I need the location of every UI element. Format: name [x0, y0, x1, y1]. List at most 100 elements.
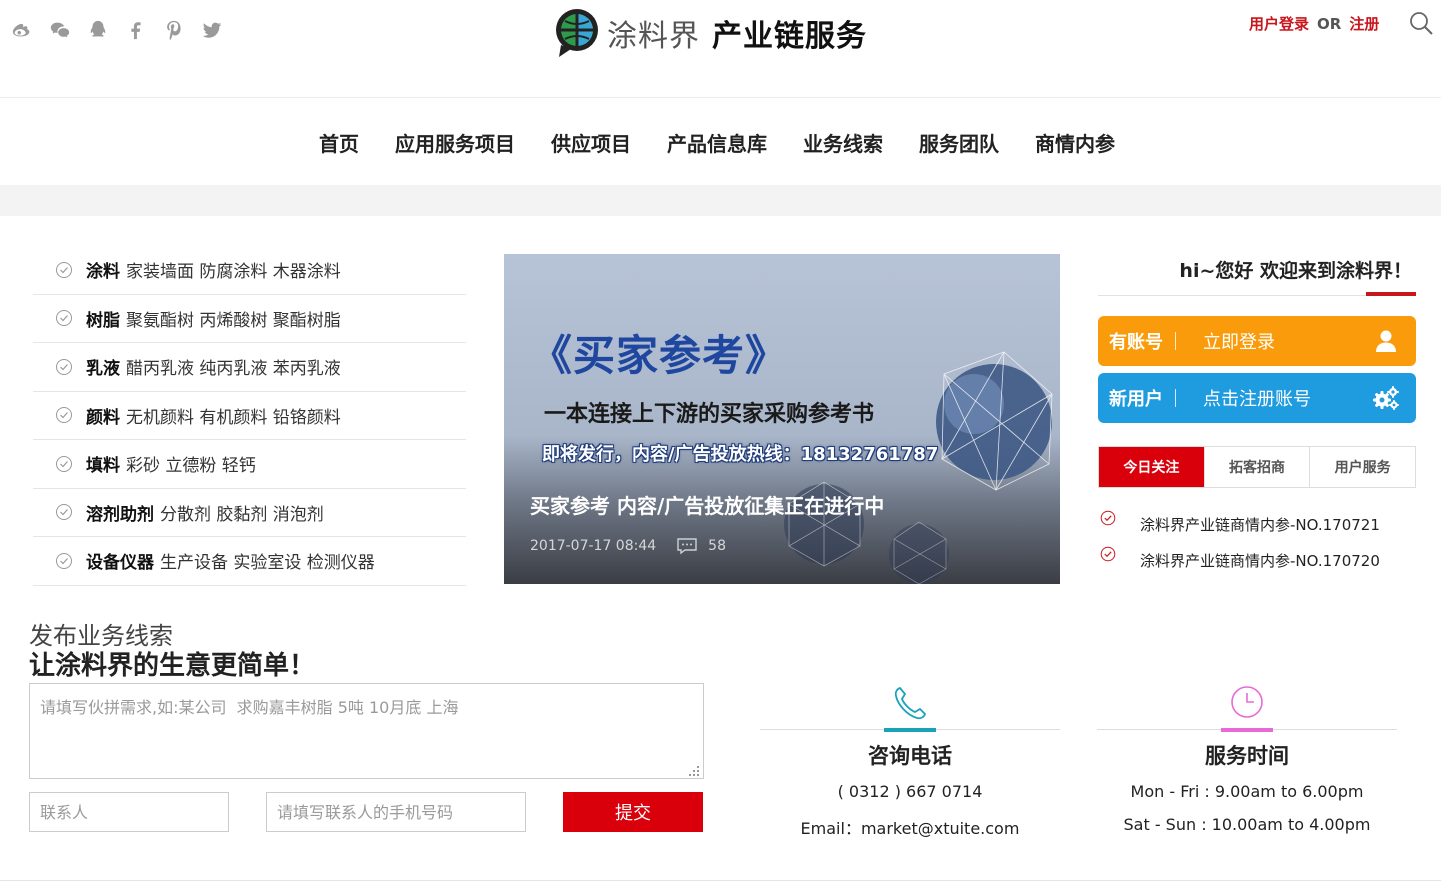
- nav-item-supply[interactable]: 供应项目: [551, 128, 631, 157]
- main-nav: 首页 应用服务项目 供应项目 产品信息库 业务线索 服务团队 商情内参: [0, 99, 1441, 185]
- banner-caption[interactable]: 买家参考 内容/广告投放征集正在进行中: [530, 490, 884, 519]
- banner-slide[interactable]: 《买家参考》 一本连接上下游的买家采购参考书 即将发行，内容/广告投放热线：18…: [504, 254, 1060, 584]
- contact-block: 咨询电话 ( 0312 ) 667 0714 Email：market@xtui…: [760, 684, 1060, 844]
- category-item[interactable]: 设备仪器 生产设备 实验室设 检测仪器: [33, 537, 466, 586]
- register-button[interactable]: 新用户 点击注册账号: [1098, 373, 1416, 423]
- category-name[interactable]: 颜料: [86, 403, 120, 428]
- banner-meta: 2017-07-17 08:44 58: [530, 537, 726, 555]
- hours-weekday: Mon - Fri : 9.00am to 6.00pm: [1130, 782, 1364, 801]
- category-name[interactable]: 乳液: [86, 354, 120, 379]
- category-item[interactable]: 涂料 家装墙面 防腐涂料 木器涂料: [33, 246, 466, 295]
- social-links: [10, 18, 224, 42]
- register-button-label: 新用户: [1109, 389, 1163, 410]
- banner-subtitle: 一本连接上下游的买家采购参考书: [544, 402, 875, 427]
- welcome-heading: hi~您好 欢迎来到涂料界！: [1098, 254, 1416, 296]
- login-link[interactable]: 用户登录: [1249, 13, 1309, 34]
- category-name[interactable]: 填料: [86, 451, 120, 476]
- logo-text-bold: 产业链服务: [712, 19, 867, 54]
- pinterest-icon[interactable]: [162, 18, 186, 42]
- news-title[interactable]: 涂料界产业链商情内参-NO.170721: [1140, 514, 1380, 535]
- category-item[interactable]: 乳液 醋丙乳液 纯丙乳液 苯丙乳液: [33, 343, 466, 392]
- contact-phone: ( 0312 ) 667 0714: [837, 782, 983, 801]
- button-separator: [1175, 389, 1176, 407]
- hours-block: 服务时间 Mon - Fri : 9.00am to 6.00pm Sat - …: [1097, 684, 1397, 844]
- nav-divider-band: [0, 185, 1441, 216]
- tab-today[interactable]: 今日关注: [1099, 447, 1204, 487]
- news-title[interactable]: 涂料界产业链商情内参-NO.170720: [1140, 550, 1380, 571]
- category-subitems[interactable]: 醋丙乳液 纯丙乳液 苯丙乳液: [126, 354, 341, 379]
- check-circle-icon: [56, 552, 72, 569]
- news-list: 涂料界产业链商情内参-NO.170721 涂料界产业链商情内参-NO.17072…: [1100, 506, 1418, 578]
- category-item[interactable]: 填料 彩砂 立德粉 轻钙: [33, 440, 466, 489]
- top-header: 涂料界 产业链服务 用户登录 OR 注册: [0, 0, 1441, 98]
- phone-icon: [894, 686, 927, 720]
- search-icon[interactable]: [1408, 10, 1434, 36]
- category-item[interactable]: 溶剂助剂 分散剂 胶黏剂 消泡剂: [33, 489, 466, 537]
- site-logo[interactable]: 涂料界 产业链服务: [553, 7, 867, 59]
- banner-date: 2017-07-17 08:44: [530, 538, 657, 554]
- nav-item-products[interactable]: 产品信息库: [667, 128, 767, 157]
- category-subitems[interactable]: 聚氨酯树 丙烯酸树 聚酯树脂: [126, 306, 341, 331]
- category-subitems[interactable]: 无机颜料 有机颜料 铅铬颜料: [126, 403, 341, 428]
- register-link[interactable]: 注册: [1349, 13, 1379, 34]
- category-subitems[interactable]: 生产设备 实验室设 检测仪器: [160, 548, 375, 573]
- footer-divider: [0, 880, 1441, 881]
- nav-item-team[interactable]: 服务团队: [919, 128, 999, 157]
- contact-title: 咨询电话: [868, 744, 952, 768]
- facebook-icon[interactable]: [124, 18, 148, 42]
- weibo-icon[interactable]: [10, 18, 34, 42]
- info-tabs: 今日关注 拓客招商 用户服务: [1098, 446, 1416, 488]
- nav-item-insights[interactable]: 商情内参: [1035, 128, 1115, 157]
- login-button-label: 有账号: [1109, 332, 1163, 353]
- register-button-action: 点击注册账号: [1203, 389, 1311, 410]
- tab-user-service[interactable]: 用户服务: [1309, 447, 1415, 487]
- category-name[interactable]: 溶剂助剂: [86, 500, 154, 525]
- category-name[interactable]: 涂料: [86, 257, 120, 282]
- login-button[interactable]: 有账号 立即登录: [1098, 316, 1416, 366]
- check-circle-icon: [1100, 546, 1116, 562]
- lead-title-bold: 让涂料界的生意更简单！: [29, 651, 316, 681]
- check-circle-icon: [56, 455, 72, 472]
- list-item[interactable]: 涂料界产业链商情内参-NO.170721: [1100, 506, 1418, 542]
- clock-icon: [1231, 686, 1263, 718]
- contact-name-input[interactable]: [29, 792, 229, 832]
- category-name[interactable]: 设备仪器: [86, 548, 154, 573]
- check-circle-icon: [56, 261, 72, 278]
- logo-text-light: 涂料界: [607, 19, 700, 54]
- or-label: OR: [1317, 14, 1342, 33]
- check-circle-icon: [56, 504, 72, 521]
- nav-item-leads[interactable]: 业务线索: [803, 128, 883, 157]
- category-name[interactable]: 树脂: [86, 306, 120, 331]
- check-circle-icon: [1100, 510, 1116, 526]
- welcome-accent-bar: [1366, 292, 1416, 296]
- wechat-icon[interactable]: [48, 18, 72, 42]
- qq-icon[interactable]: [86, 18, 110, 42]
- login-button-action: 立即登录: [1203, 332, 1275, 353]
- tab-merchants[interactable]: 拓客招商: [1203, 447, 1310, 487]
- check-circle-icon: [56, 407, 72, 424]
- logo-globe-icon: [556, 9, 598, 57]
- banner-hotline: 即将发行，内容/广告投放热线：18132761787: [542, 444, 939, 465]
- banner-title: 《买家参考》: [530, 331, 789, 380]
- category-subitems[interactable]: 分散剂 胶黏剂 消泡剂: [160, 500, 324, 525]
- category-item[interactable]: 树脂 聚氨酯树 丙烯酸树 聚酯树脂: [33, 295, 466, 343]
- category-item[interactable]: 颜料 无机颜料 有机颜料 铅铬颜料: [33, 392, 466, 440]
- nav-item-home[interactable]: 首页: [319, 128, 359, 157]
- submit-button[interactable]: 提交: [563, 792, 703, 832]
- button-separator: [1175, 332, 1176, 350]
- nav-item-services[interactable]: 应用服务项目: [395, 128, 515, 157]
- category-subitems[interactable]: 家装墙面 防腐涂料 木器涂料: [126, 257, 341, 282]
- check-circle-icon: [56, 310, 72, 327]
- gears-icon: [1373, 386, 1399, 410]
- contact-email[interactable]: Email：market@xtuite.com: [760, 815, 1060, 839]
- hours-weekend: Sat - Sun : 10.00am to 4.00pm: [1123, 815, 1371, 834]
- lead-requirement-textarea[interactable]: [29, 683, 704, 779]
- comment-icon: [677, 538, 697, 555]
- twitter-icon[interactable]: [200, 18, 224, 42]
- resize-grip-icon[interactable]: [688, 765, 700, 777]
- contact-accent-bar: [884, 728, 936, 732]
- list-item[interactable]: 涂料界产业链商情内参-NO.170720: [1100, 542, 1418, 578]
- user-icon: [1376, 330, 1396, 352]
- contact-phone-input[interactable]: [266, 792, 526, 832]
- category-subitems[interactable]: 彩砂 立德粉 轻钙: [126, 451, 256, 476]
